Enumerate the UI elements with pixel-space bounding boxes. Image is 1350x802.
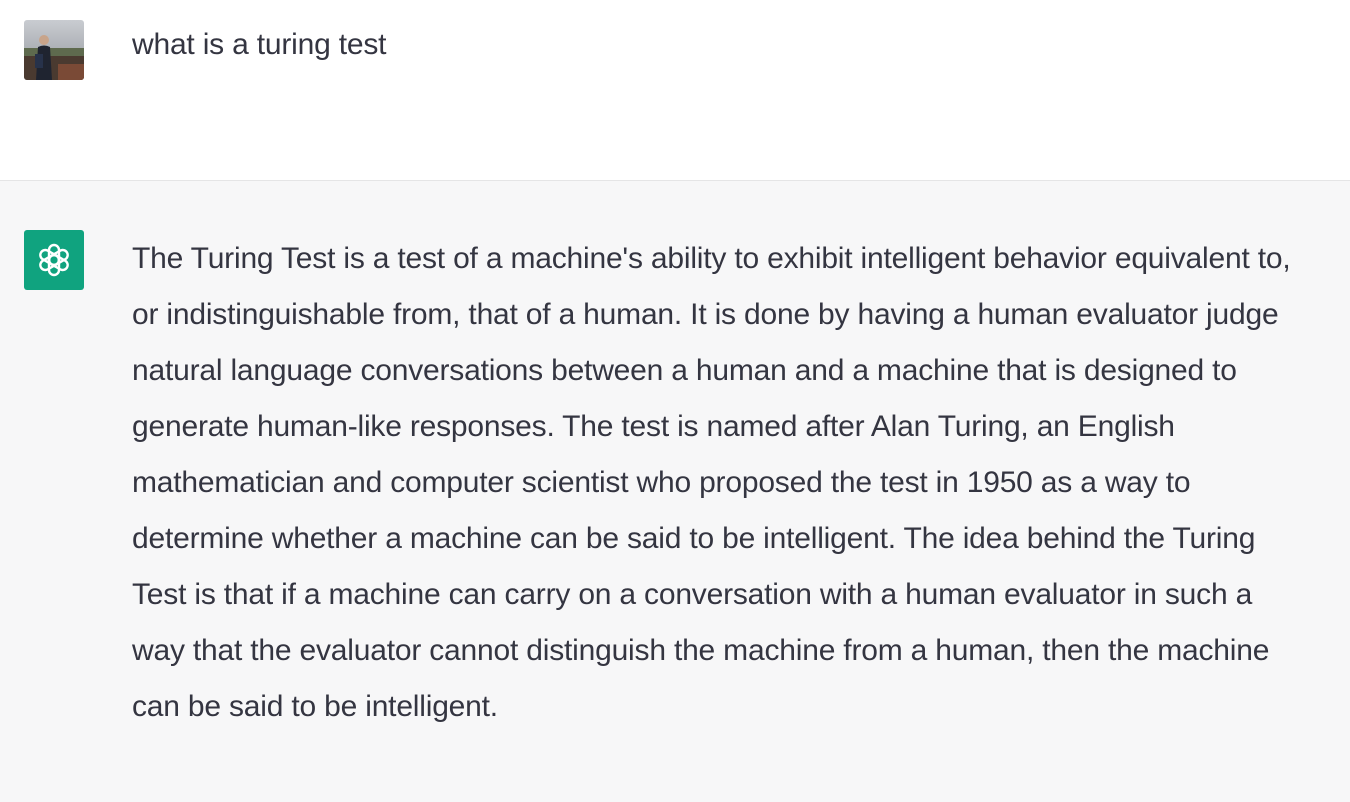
user-message-text: what is a turing test bbox=[132, 28, 387, 61]
assistant-message: The Turing Test is a test of a machine's… bbox=[0, 181, 1350, 802]
chat-thread: what is a turing test The Turing Test is… bbox=[0, 0, 1350, 802]
openai-logo-icon bbox=[39, 243, 69, 277]
user-photo-avatar bbox=[24, 20, 84, 80]
assistant-message-text: The Turing Test is a test of a machine's… bbox=[132, 242, 1291, 723]
user-avatar bbox=[24, 20, 84, 80]
user-message: what is a turing test bbox=[0, 0, 1350, 181]
assistant-avatar bbox=[24, 230, 84, 290]
